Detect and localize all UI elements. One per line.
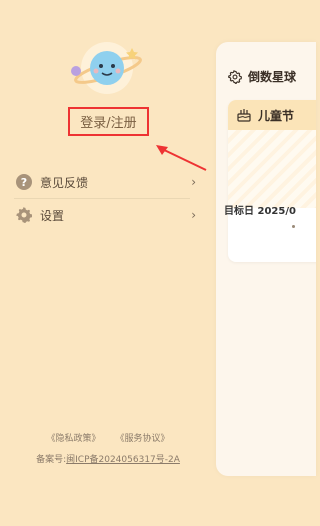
- card-header: 儿童节: [228, 100, 316, 130]
- svg-text:?: ?: [21, 176, 27, 189]
- service-agreement-link[interactable]: 《服务协议》: [115, 434, 169, 444]
- login-register-button[interactable]: 登录/注册: [68, 107, 149, 136]
- icp-number-link[interactable]: 闽ICP备2024056317号-2A: [66, 455, 180, 465]
- icp-record: 备案号:闽ICP备2024056317号-2A: [0, 452, 216, 465]
- login-register-label: 登录/注册: [80, 116, 137, 131]
- chevron-right-icon: ›: [191, 175, 196, 189]
- drawer-menu: ? 意见反馈 › 设置 ›: [0, 166, 202, 231]
- legal-links: 《隐私政策》 《服务协议》: [0, 431, 216, 444]
- privacy-policy-link[interactable]: 《隐私政策》: [47, 434, 101, 444]
- card-image: [228, 130, 316, 208]
- app-name: 倒数星球: [248, 70, 297, 84]
- icp-prefix: 备案号:: [36, 455, 67, 465]
- chevron-right-icon: ›: [191, 208, 196, 222]
- menu-item-feedback[interactable]: ? 意见反馈 ›: [0, 166, 202, 198]
- help-icon: ?: [16, 174, 32, 190]
- main-screen-preview[interactable]: 倒数星球 儿童节 目标日 2025/0: [216, 42, 316, 476]
- avatar[interactable]: [64, 38, 150, 98]
- menu-item-settings[interactable]: 设置 ›: [0, 199, 202, 231]
- page-indicator: [292, 225, 295, 228]
- menu-label-feedback: 意见反馈: [40, 175, 89, 190]
- card-title: 儿童节: [258, 108, 295, 123]
- card-target-date: 目标日 2025/0: [224, 206, 296, 217]
- menu-label-settings: 设置: [40, 208, 65, 223]
- gear-icon: [16, 207, 32, 223]
- cake-icon: [237, 109, 251, 122]
- countdown-card[interactable]: 儿童节: [228, 100, 316, 262]
- gear-icon: [228, 69, 242, 84]
- preview-header: 倒数星球: [228, 68, 296, 85]
